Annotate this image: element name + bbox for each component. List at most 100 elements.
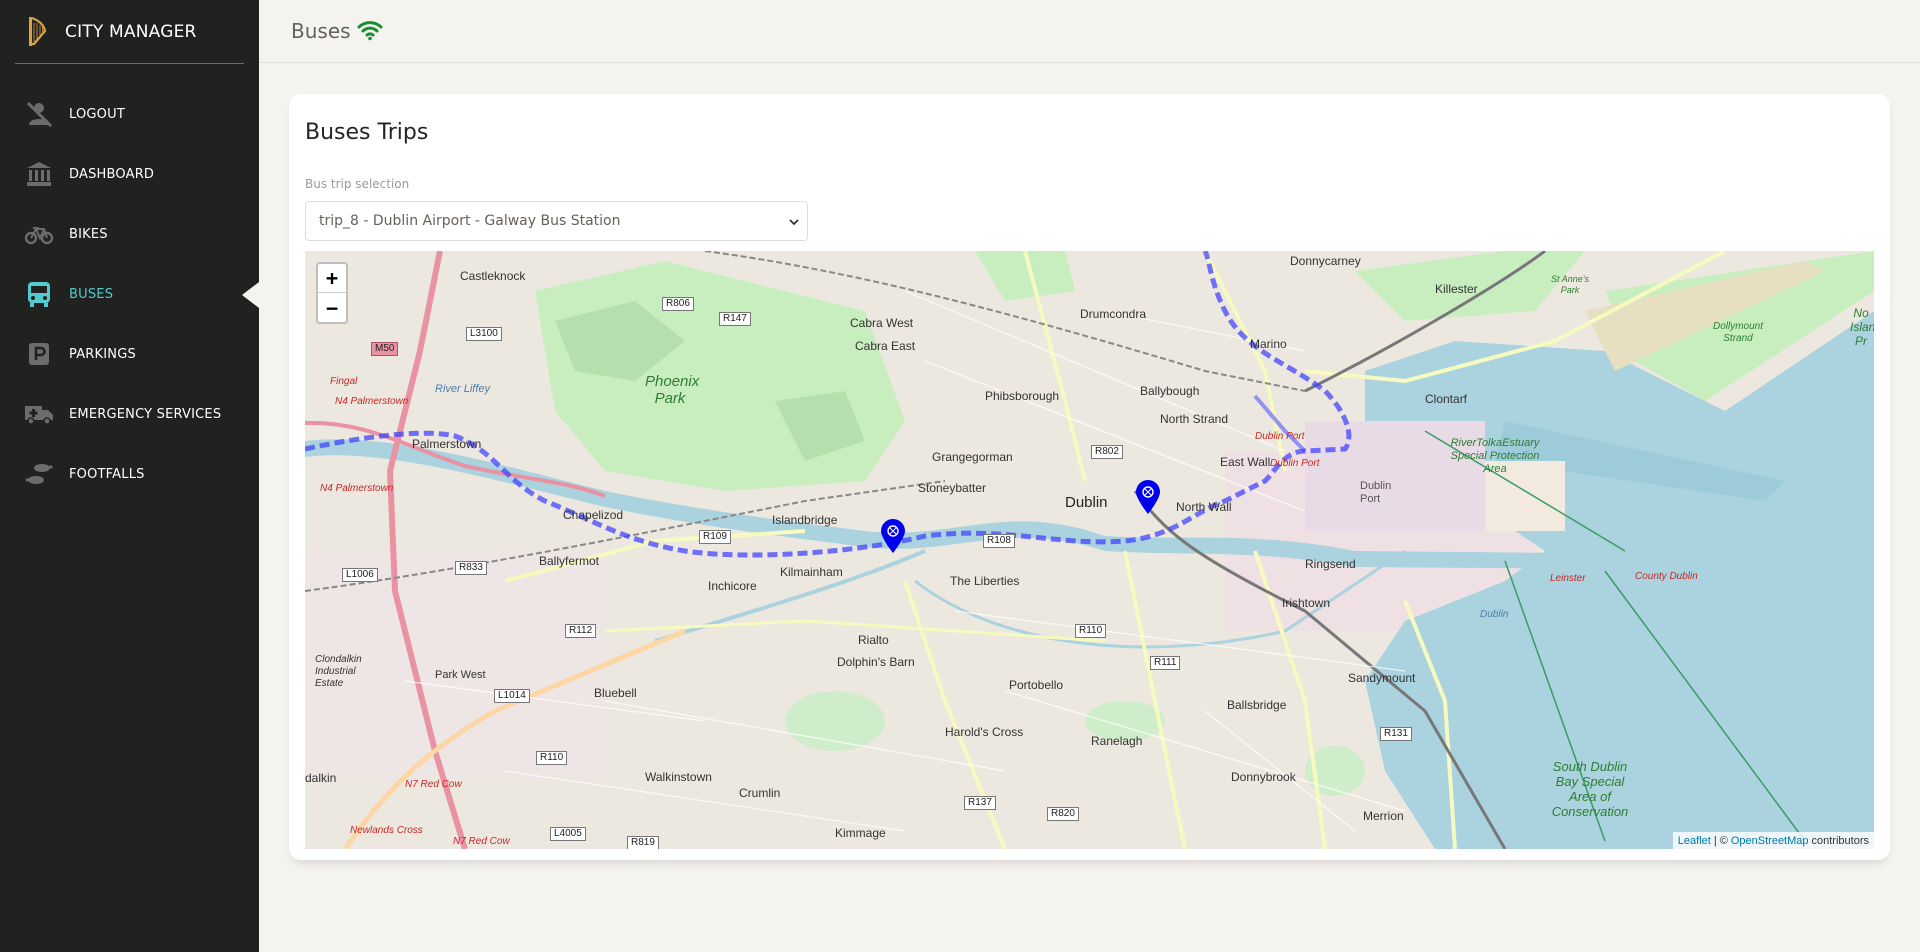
map-label: Bluebell [594,686,637,700]
map-label: N7 Red Cow [405,779,462,790]
map-label: North Wall [1176,500,1232,514]
map-label: Dublin Port [1360,480,1392,505]
sidebar-item-label: FOOTFALLS [69,466,145,482]
page-title: Buses [291,19,351,43]
zoom-out-button[interactable]: − [318,293,346,322]
sidebar: CITY MANAGER LOGOUT DASHBOARD BIKES BUSE… [0,0,259,952]
logout-icon [24,99,54,129]
map-label: Dublin Port [1270,458,1320,469]
map-label: RiverTolkaEstuary Special Protection Are… [1450,437,1540,475]
map-label: Phibsborough [985,389,1060,403]
sidebar-item-label: BIKES [69,226,108,242]
map-label: Castleknock [460,269,526,283]
road-shield: R111 [1150,656,1181,670]
map-label: No Islan Pr [1850,306,1874,348]
map-label: Irishtown [1282,596,1331,610]
bank-icon [24,159,54,189]
road-shield: M50 [371,342,399,356]
map-label: dalkin [305,771,337,785]
map-label: Clontarf [1425,392,1468,406]
map-label: Ballyfermot [539,554,600,568]
map-label: Grangegorman [932,450,1013,464]
bike-icon [24,219,54,249]
sidebar-item-parkings[interactable]: PARKINGS [0,324,259,384]
map-label: South Dublin Bay Special Area of Conserv… [1551,759,1629,819]
map-label: Marino [1250,337,1287,351]
sidebar-item-label: LOGOUT [69,106,125,122]
sidebar-item-label: PARKINGS [69,346,136,362]
map-label: Donnybrook [1231,770,1296,784]
road-shield: R131 [1380,727,1412,741]
openstreetmap-link[interactable]: OpenStreetMap [1731,835,1809,847]
map-label: Clondalkin Industrial Estate [315,654,362,689]
card-title: Buses Trips [305,120,429,145]
map-label: St Anne's Park [1551,274,1589,295]
map-label: Kimmage [835,826,886,840]
road-shield: R110 [536,751,568,765]
map-view[interactable]: Castleknock Cabra West Cabra East Drumco… [305,251,1874,849]
map-label: Kilmainham [780,565,843,579]
map-label: Crumlin [739,786,781,800]
road-shield: R802 [1091,445,1123,459]
parking-icon [24,339,54,369]
sidebar-item-bikes[interactable]: BIKES [0,204,259,264]
map-label: Palmerstown [412,437,482,451]
road-shield: R819 [627,836,659,849]
road-shield: R833 [455,561,487,575]
bus-trip-select[interactable]: trip_8 - Dublin Airport - Galway Bus Sta… [305,201,808,241]
map-label: North Strand [1160,412,1229,426]
map-label: Merrion [1363,809,1404,823]
road-shield: R806 [662,297,694,311]
bus-trips-card: Buses Trips Bus trip selection trip_8 - … [289,94,1890,860]
map-label: N7 Red Cow [453,836,510,847]
sidebar-item-logout[interactable]: LOGOUT [0,84,259,144]
map-label: Inchicore [708,579,757,593]
chevron-down-icon [789,219,799,226]
sidebar-item-emergency-services[interactable]: EMERGENCY SERVICES [0,384,259,444]
attribution-suffix: contributors [1811,834,1869,847]
road-shield: R110 [1075,624,1107,638]
sidebar-item-dashboard[interactable]: DASHBOARD [0,144,259,204]
map-label: N4 Palmerstown [335,396,409,407]
map-label: Cabra West [850,316,914,330]
brand-name: CITY MANAGER [65,21,197,42]
map-label: Fingal [330,376,358,387]
map-label: Chapelizod [563,508,624,522]
leaflet-link[interactable]: Leaflet [1678,835,1711,847]
harp-icon [29,16,47,46]
map-label: County Dublin [1635,571,1698,582]
wifi-icon [357,21,383,41]
map-label: Dublin Port [1255,431,1305,442]
map-label: Cabra East [855,339,916,353]
map-label: Ballsbridge [1227,698,1287,712]
sidebar-item-footfalls[interactable]: FOOTFALLS [0,444,259,504]
road-shield: R109 [699,530,731,544]
bus-trip-select-value: trip_8 - Dublin Airport - Galway Bus Sta… [319,213,621,229]
road-shield: R112 [565,624,597,638]
zoom-in-button[interactable]: + [318,264,346,293]
road-shield: R147 [719,312,751,326]
sidebar-item-buses[interactable]: BUSES [0,264,259,324]
map-label: Harold's Cross [945,725,1024,739]
road-shield: L1014 [494,689,530,703]
map-label: Rialto [858,633,889,647]
map-label: Ringsend [1305,557,1356,571]
attribution-separator: | © [1713,834,1728,847]
map-label: Dolphin's Barn [837,655,915,669]
map-label: Ballybough [1140,384,1200,398]
map-marker-pin-icon[interactable] [1135,479,1161,515]
zoom-control: + − [316,262,348,324]
bus-trip-select-label: Bus trip selection [305,177,410,191]
road-shield: R108 [983,534,1015,548]
brand[interactable]: CITY MANAGER [15,0,244,64]
map-label: Dollymount Strand [1712,321,1764,344]
map-label: Portobello [1009,678,1064,692]
map-marker-pin-icon[interactable] [880,518,906,554]
map-label: Dublin [1065,494,1108,511]
road-shield: R820 [1047,807,1079,821]
map-label: Leinster [1550,573,1586,584]
map-label: Sandymount [1348,671,1416,685]
road-shield: L3100 [466,327,502,341]
bus-icon [24,279,54,309]
road-shield: R137 [964,796,996,810]
